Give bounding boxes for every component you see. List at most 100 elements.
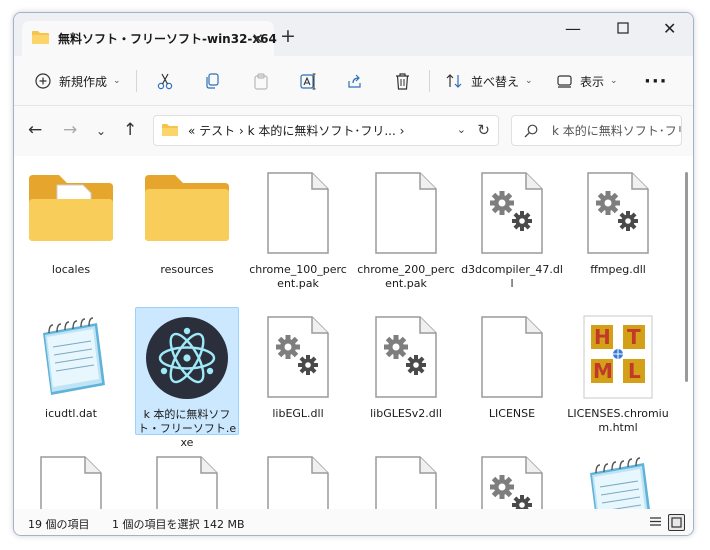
file-name: k 本的に無料ソフト・フリーソフト.exe <box>137 408 237 449</box>
sort-button[interactable]: 並べ替え ⌄ <box>446 69 533 93</box>
separator <box>136 70 137 92</box>
file-item[interactable]: chrome_200_percent.pak <box>354 163 458 291</box>
file-item[interactable]: H T M L LICENSES.chromium.html <box>566 307 670 435</box>
file-item[interactable]: libGLESv2.dll <box>354 307 458 435</box>
file-name: locales <box>51 263 91 276</box>
search-input[interactable]: k 本的に無料ソフト･フリ... <box>511 115 682 146</box>
chevron-down-icon: ⌄ <box>610 76 618 86</box>
refresh-icon[interactable]: ↻ <box>477 121 490 139</box>
up-arrow-icon[interactable]: ↑ <box>123 120 137 140</box>
file-name: d3dcompiler_47.dll <box>461 263 563 290</box>
copy-icon <box>206 73 219 89</box>
file-item[interactable] <box>135 447 239 509</box>
close-window-icon[interactable]: ✕ <box>663 19 676 38</box>
view-icon <box>557 74 572 88</box>
chevron-down-icon: ⌄ <box>525 76 533 86</box>
breadcrumb[interactable]: « テスト › k 本的に無料ソフト･フリ... › <box>188 122 404 139</box>
more-options-icon[interactable]: ··· <box>644 69 668 93</box>
file-item[interactable] <box>354 447 458 509</box>
item-count: 19 個の項目 <box>28 518 90 531</box>
file-item[interactable]: icudtl.dat <box>19 307 123 435</box>
file-name: chrome_200_percent.pak <box>357 263 455 290</box>
file-name: LICENSES.chromium.html <box>567 407 669 434</box>
maximize-icon[interactable] <box>617 18 629 38</box>
scissors-icon <box>157 73 173 89</box>
file-name: libEGL.dll <box>272 407 324 420</box>
scrollbar[interactable] <box>685 172 688 382</box>
dll-file-icon <box>374 315 438 403</box>
details-view-icon[interactable] <box>648 514 665 531</box>
status-bar: 19 個の項目 1 個の項目を選択 142 MB <box>14 509 693 535</box>
file-name: libGLESv2.dll <box>370 407 442 420</box>
file-item[interactable]: d3dcompiler_47.dll <box>460 163 564 291</box>
view-label: 表示 <box>580 74 605 89</box>
view-button[interactable]: 表示 ⌄ <box>557 69 618 93</box>
paste-button[interactable] <box>253 69 269 93</box>
folder-docs-icon <box>27 171 115 247</box>
blank-file-icon <box>374 171 438 259</box>
rename-button[interactable] <box>300 69 317 93</box>
file-item[interactable]: libEGL.dll <box>246 307 350 435</box>
new-label: 新規作成 <box>59 74 108 89</box>
file-name: icudtl.dat <box>45 407 97 420</box>
file-name: resources <box>160 263 214 276</box>
search-icon <box>524 124 538 137</box>
blank-file-icon <box>155 455 219 509</box>
file-item[interactable] <box>566 447 670 509</box>
share-icon <box>348 74 361 88</box>
file-item[interactable] <box>19 447 123 509</box>
svg-text:L: L <box>628 359 641 383</box>
new-tab-icon[interactable]: + <box>280 25 296 47</box>
command-bar: 新規作成 ⌄ 並べ替え ⌄ 表示 ⌄ ··· <box>14 56 693 106</box>
folder-icon <box>162 123 178 139</box>
trash-icon <box>396 72 409 90</box>
clipboard-icon <box>254 72 268 90</box>
back-arrow-icon[interactable]: ← <box>28 120 42 140</box>
large-icons-view-icon[interactable] <box>668 514 685 531</box>
file-name: chrome_100_percent.pak <box>249 263 347 290</box>
file-name: ffmpeg.dll <box>590 263 646 276</box>
minimize-icon[interactable]: — <box>565 19 581 38</box>
address-field[interactable]: « テスト › k 本的に無料ソフト･フリ... › ⌄ ↻ <box>153 115 499 146</box>
tab-active[interactable]: 無料ソフト・フリーソフト-win32-x64 ✕ <box>22 21 277 56</box>
html-file-icon: HTML <box>583 315 653 403</box>
delete-button[interactable] <box>395 69 410 93</box>
recent-locations-icon[interactable]: ⌄ <box>96 124 106 138</box>
file-item[interactable]: locales <box>19 163 123 291</box>
sort-label: 並べ替え <box>471 74 520 89</box>
file-item[interactable]: ffmpeg.dll <box>566 163 670 291</box>
chevron-down-icon[interactable]: ⌄ <box>457 123 466 136</box>
blank-file-icon <box>39 455 103 509</box>
cut-button[interactable] <box>157 69 173 93</box>
tab-title: 無料ソフト・フリーソフト-win32-x64 <box>58 32 277 46</box>
dll-file-icon <box>586 171 650 259</box>
file-list: locales resources chrome_100_percent.pak ch… <box>14 156 693 509</box>
search-placeholder: k 本的に無料ソフト･フリ... <box>552 124 681 138</box>
forward-arrow-icon[interactable]: → <box>63 120 77 140</box>
dll-file-icon <box>480 171 544 259</box>
file-name: LICENSE <box>488 407 536 420</box>
blank-file-icon <box>266 455 330 509</box>
file-item[interactable] <box>460 447 564 509</box>
dll-file-icon <box>480 455 544 509</box>
file-item[interactable]: LICENSE <box>460 307 564 435</box>
electron-app-icon <box>145 316 229 404</box>
file-item[interactable]: chrome_100_percent.pak <box>246 163 350 291</box>
new-button[interactable]: 新規作成 ⌄ <box>35 69 121 93</box>
file-item[interactable]: k 本的に無料ソフト・フリーソフト.exe <box>135 307 239 449</box>
title-bar: 無料ソフト・フリーソフト-win32-x64 ✕ + — ✕ <box>14 13 693 56</box>
svg-text:H: H <box>594 325 611 349</box>
file-item[interactable] <box>246 447 350 509</box>
svg-text:T: T <box>627 325 641 349</box>
folder-icon <box>32 29 49 48</box>
blank-file-icon <box>266 171 330 259</box>
blank-file-icon <box>374 455 438 509</box>
copy-button[interactable] <box>204 69 220 93</box>
folder-icon <box>143 171 231 247</box>
file-item[interactable]: resources <box>135 163 239 291</box>
rename-icon <box>300 73 316 89</box>
dll-file-icon <box>266 315 330 403</box>
file-explorer-window: 無料ソフト・フリーソフト-win32-x64 ✕ + — ✕ 新規作成 ⌄ 並べ… <box>13 12 694 536</box>
share-button[interactable] <box>347 69 363 93</box>
close-tab-icon[interactable]: ✕ <box>251 30 264 48</box>
